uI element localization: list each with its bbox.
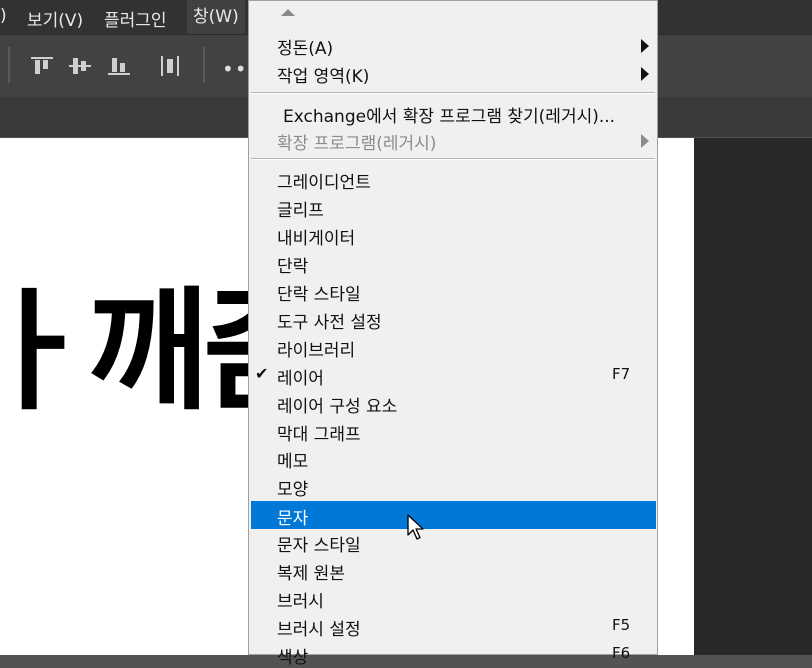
menu-item-workspace[interactable]: 작업 영역(K): [249, 59, 657, 87]
menu-item-label: 모양: [277, 480, 309, 500]
menu-separator: [251, 92, 655, 94]
menu-item-label: 레이어 구성 요소: [277, 397, 398, 417]
menu-item-notes[interactable]: 메모: [249, 444, 657, 472]
window-menu-dropdown: 정돈(A) 작업 영역(K) Exchange에서 확장 프로그램 찾기(레거시…: [248, 0, 658, 668]
menu-item-label: 작업 영역(K): [277, 67, 370, 87]
menu-item-label: 복제 원본: [277, 564, 345, 584]
submenu-arrow-icon: [641, 67, 649, 81]
menu-item-tool-presets[interactable]: 도구 사전 설정: [249, 305, 657, 333]
menu-separator: [251, 158, 655, 160]
menu-item-brush-settings[interactable]: 브러시 설정 F5: [249, 612, 657, 640]
toolbar-divider: [8, 47, 10, 83]
menu-item-partial[interactable]: ): [0, 6, 7, 26]
menu-item-label: 정돈(A): [277, 39, 334, 59]
submenu-arrow-icon: [641, 134, 649, 148]
menu-item-label: 색상: [277, 648, 309, 668]
menu-item-gradients[interactable]: 그레이디언트: [249, 165, 657, 193]
menu-item-navigator[interactable]: 내비게이터: [249, 221, 657, 249]
menu-item-label: 문자 스타일: [277, 536, 361, 556]
menu-item-window[interactable]: 창(W): [187, 0, 245, 34]
menu-item-label: 메모: [277, 452, 309, 472]
menu-item-clone-source[interactable]: 복제 원본: [249, 556, 657, 584]
align-bottom-edges-icon[interactable]: [107, 55, 131, 77]
toolbar-divider: [203, 47, 205, 83]
scroll-up-icon[interactable]: [281, 9, 295, 16]
align-vertical-centers-icon[interactable]: [68, 55, 92, 77]
menu-item-label: 단락: [277, 257, 309, 277]
mouse-pointer-icon: [406, 514, 428, 546]
menu-item-arrange[interactable]: 정돈(A): [249, 31, 657, 59]
menu-item-histogram[interactable]: 막대 그래프: [249, 417, 657, 445]
menu-item-label: 단락 스타일: [277, 285, 361, 305]
menu-item-label: 레이어: [277, 369, 324, 389]
menu-item-label: 그레이디언트: [277, 173, 371, 193]
menu-item-label: 브러시: [277, 592, 324, 612]
menu-item-view[interactable]: 보기(V): [27, 6, 83, 31]
menu-item-character-styles[interactable]: 문자 스타일: [249, 528, 657, 556]
menu-item-label: 막대 그래프: [277, 425, 361, 445]
menu-item-layers[interactable]: ✔ 레이어 F7: [249, 361, 657, 389]
menu-item-color[interactable]: 색상 F6: [249, 640, 657, 668]
menu-item-character[interactable]: 문자: [251, 501, 656, 529]
menu-item-label: 글리프: [277, 201, 324, 221]
menu-item-layer-comps[interactable]: 레이어 구성 요소: [249, 389, 657, 417]
menu-item-paragraph-styles[interactable]: 단락 스타일: [249, 277, 657, 305]
menu-item-label: 라이브러리: [277, 341, 356, 361]
submenu-arrow-icon: [641, 39, 649, 53]
menu-item-label: 내비게이터: [277, 229, 356, 249]
menu-item-extensions-legacy: 확장 프로그램(레거시): [249, 126, 657, 154]
menu-item-shortcut: F5: [612, 616, 631, 634]
menu-item-label: Exchange에서 확장 프로그램 찾기(레거시)...: [283, 107, 616, 127]
menu-item-paragraph[interactable]: 단락: [249, 249, 657, 277]
menu-item-label: 확장 프로그램(레거시): [277, 134, 437, 154]
menu-item-plugins[interactable]: 플러그인: [104, 6, 167, 31]
menu-item-label: 도구 사전 설정: [277, 313, 382, 333]
distribute-horizontal-icon[interactable]: [158, 55, 182, 77]
menu-item-brushes[interactable]: 브러시: [249, 584, 657, 612]
pasteboard-area: [694, 138, 812, 655]
menu-item-glyphs[interactable]: 글리프: [249, 193, 657, 221]
menu-item-label: 브러시 설정: [277, 620, 361, 640]
align-top-edges-icon[interactable]: [30, 55, 54, 77]
menu-item-shortcut: F6: [612, 644, 631, 662]
checkmark-icon: ✔: [255, 364, 269, 383]
menu-item-libraries[interactable]: 라이브러리: [249, 333, 657, 361]
menu-item-label: 문자: [277, 509, 309, 529]
menu-item-shapes[interactable]: 모양: [249, 472, 657, 500]
menu-item-shortcut: F7: [612, 365, 631, 383]
menu-item-find-extensions[interactable]: Exchange에서 확장 프로그램 찾기(레거시)...: [249, 99, 657, 127]
